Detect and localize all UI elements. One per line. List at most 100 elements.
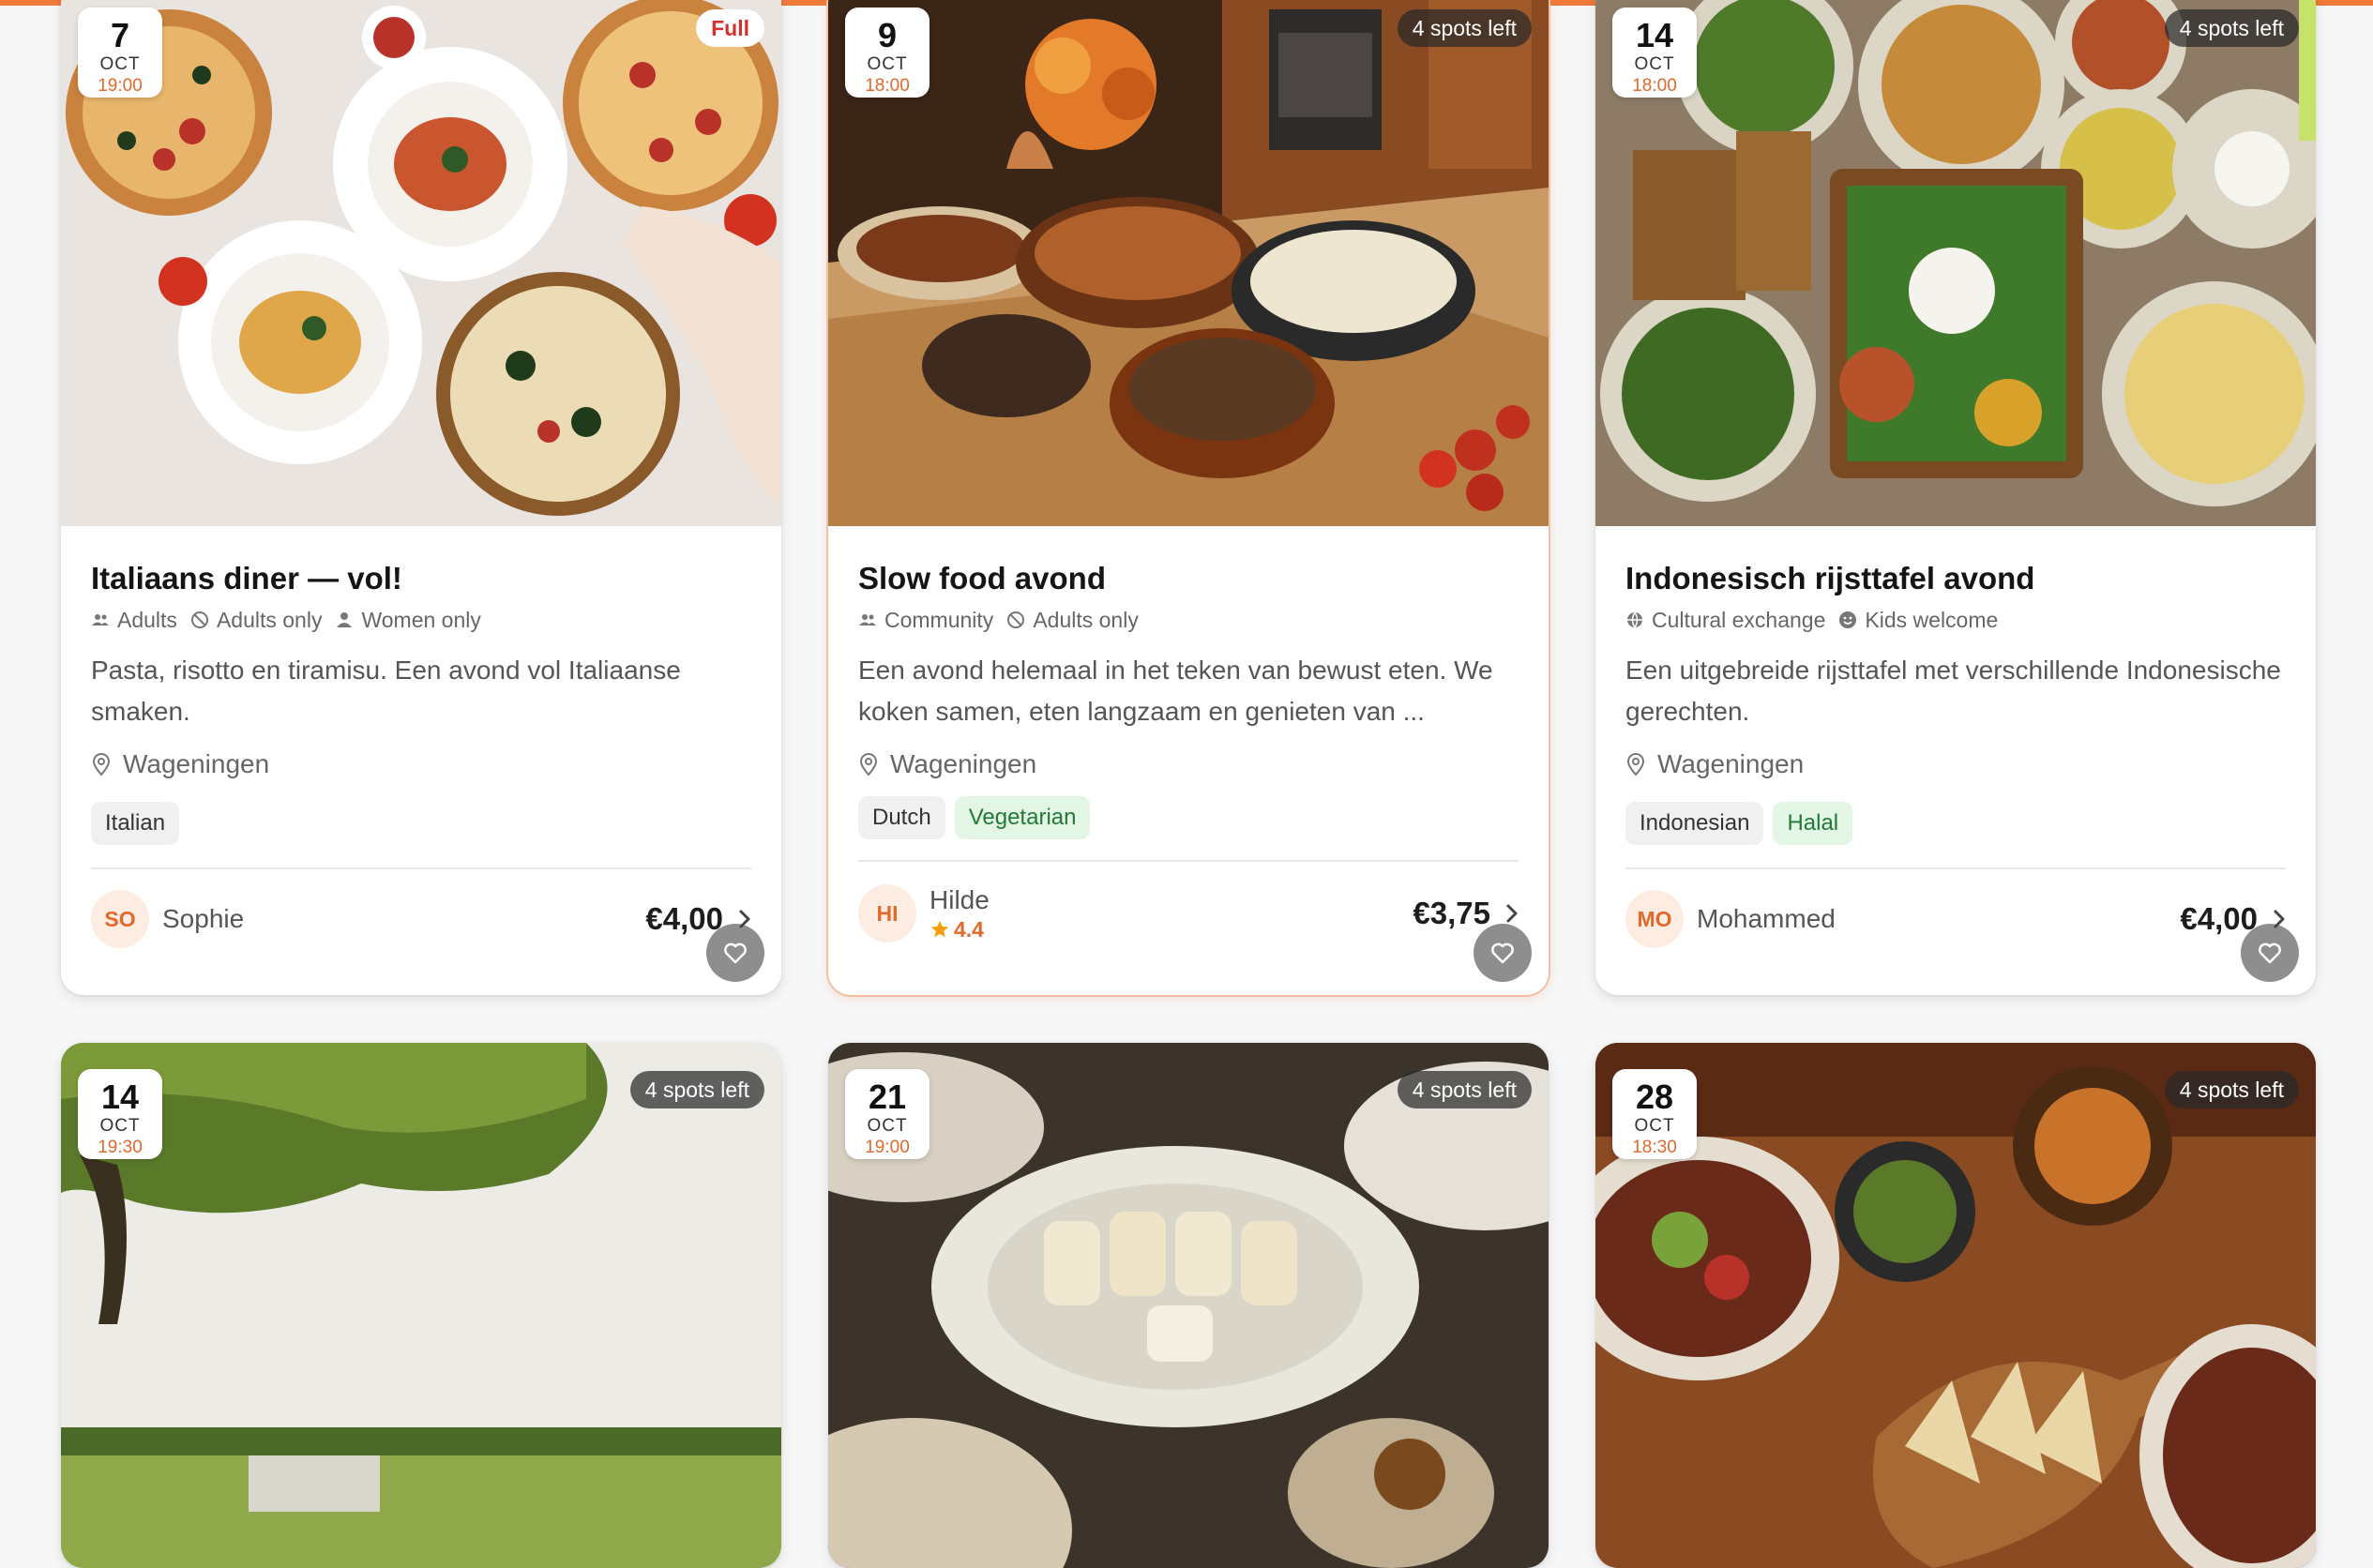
- event-card[interactable]: 9 OCT 18:00 4 spots left Slow food avond…: [828, 0, 1549, 995]
- card-footer: SO Sophie €4,00: [91, 888, 751, 950]
- availability-badge: 4 spots left: [629, 1071, 764, 1108]
- cuisine-tags: Italian: [91, 802, 751, 845]
- event-image: [1595, 1043, 2316, 1568]
- map-pin-icon: [1626, 753, 1645, 776]
- tag: Italian: [91, 802, 180, 845]
- event-location: Wageningen: [91, 746, 751, 783]
- price[interactable]: €3,75: [1413, 896, 1519, 931]
- event-description: Een avond helemaal in het teken van bewu…: [858, 656, 1493, 726]
- availability-badge: Full: [696, 9, 764, 47]
- event-image: [61, 1043, 781, 1568]
- event-image: [828, 1043, 1549, 1568]
- people-icon: [859, 614, 876, 626]
- date-day: 28: [1635, 1078, 1674, 1116]
- map-pin-icon: [92, 753, 111, 776]
- globe-icon: [1627, 611, 1642, 628]
- date-badge: 9 OCT 18:00: [845, 8, 930, 98]
- meta-label: Cultural exchange: [1652, 607, 1826, 632]
- star-icon: [930, 920, 949, 938]
- date-day: 7: [110, 16, 130, 54]
- event-image: [1595, 0, 2316, 526]
- card-body: Slow food avond Community Adults only Ee…: [858, 526, 1519, 944]
- avatar: SO: [91, 890, 149, 948]
- date-day: 9: [877, 16, 898, 54]
- ban-icon: [190, 611, 208, 628]
- meta-label: Kids welcome: [1865, 607, 1999, 632]
- date-time: 18:30: [1632, 1138, 1677, 1157]
- date-badge: 28 OCT 18:30: [1612, 1069, 1697, 1159]
- availability-badge: 4 spots left: [1397, 1071, 1532, 1108]
- event-grid: 7 OCT 19:00 Full Italiaans diner — vol! …: [0, 0, 2373, 1568]
- chevron-right-icon: [739, 910, 750, 928]
- date-badge: 14 OCT 19:30: [78, 1069, 162, 1159]
- date-day: 21: [868, 1078, 907, 1116]
- event-meta: Adults Adults only Women only: [91, 605, 751, 635]
- meta-label: Adults: [117, 607, 177, 632]
- availability-badge: 4 spots left: [2164, 1071, 2299, 1108]
- divider: [91, 867, 751, 869]
- date-badge: 21 OCT 19:00: [845, 1069, 930, 1159]
- date-month: OCT: [99, 54, 141, 74]
- event-card[interactable]: 14 OCT 18:00 4 spots left Indonesisch ri…: [1595, 0, 2316, 995]
- meta-label: Adults only: [1033, 607, 1139, 632]
- location-label: Wageningen: [123, 749, 270, 778]
- date-month: OCT: [99, 1116, 141, 1136]
- people-icon: [92, 614, 109, 626]
- availability-badge: 4 spots left: [1397, 9, 1532, 47]
- card-body: Italiaans diner — vol! Adults Adults onl…: [91, 526, 751, 950]
- ban-icon: [1007, 611, 1025, 628]
- date-month: OCT: [867, 54, 908, 74]
- host-name: Sophie: [162, 904, 245, 933]
- person-icon: [337, 612, 353, 627]
- price[interactable]: €4,00: [645, 901, 751, 937]
- cuisine-tags: Dutch Vegetarian: [858, 796, 1519, 839]
- divider: [1625, 867, 2286, 869]
- host-rating: 4.4: [930, 917, 990, 942]
- date-month: OCT: [1634, 54, 1675, 74]
- divider: [858, 860, 1519, 862]
- price-value: €4,00: [645, 901, 723, 936]
- date-time: 18:00: [1632, 76, 1677, 96]
- date-time: 19:00: [98, 76, 143, 96]
- date-month: OCT: [1634, 1116, 1675, 1136]
- price[interactable]: €4,00: [2180, 901, 2286, 937]
- tag: Dutch: [858, 796, 945, 839]
- date-time: 18:00: [865, 76, 910, 96]
- event-description: Een uitgebreide rijsttafel met verschill…: [1625, 656, 2281, 726]
- event-card[interactable]: 7 OCT 19:00 Full Italiaans diner — vol! …: [61, 0, 781, 995]
- event-card[interactable]: 14 OCT 19:30 4 spots left: [61, 1043, 781, 1568]
- event-location: Wageningen: [858, 746, 1519, 783]
- event-image: [828, 0, 1549, 526]
- avatar: MO: [1625, 890, 1684, 948]
- event-card[interactable]: 21 OCT 19:00 4 spots left: [828, 1043, 1549, 1568]
- price-value: €4,00: [2180, 901, 2258, 936]
- date-badge: 14 OCT 18:00: [1612, 8, 1697, 98]
- event-meta: Cultural exchange Kids welcome: [1625, 605, 2286, 635]
- event-card[interactable]: 28 OCT 18:30 4 spots left: [1595, 1043, 2316, 1568]
- chevron-right-icon: [1506, 904, 1518, 923]
- event-meta: Community Adults only: [858, 605, 1519, 635]
- event-title: Slow food avond: [858, 561, 1106, 596]
- meta-label: Adults only: [216, 607, 323, 632]
- avatar: HI: [858, 884, 916, 942]
- date-time: 19:00: [865, 1138, 910, 1157]
- location-label: Wageningen: [890, 749, 1037, 778]
- chevron-right-icon: [2274, 910, 2285, 928]
- date-day: 14: [1635, 16, 1674, 54]
- location-label: Wageningen: [1657, 749, 1805, 778]
- card-body: Indonesisch rijsttafel avond Cultural ex…: [1625, 526, 2286, 950]
- host-name: Hilde: [930, 884, 990, 914]
- tag: Indonesian: [1625, 802, 1764, 845]
- event-location: Wageningen: [1625, 746, 2286, 783]
- cuisine-tags: Indonesian Halal: [1625, 802, 2286, 845]
- host-name: Mohammed: [1697, 904, 1836, 933]
- card-footer: HI Hilde 4.4 €3,75: [858, 882, 1519, 944]
- availability-badge: 4 spots left: [2164, 9, 2299, 47]
- tag-diet: Halal: [1773, 802, 1853, 845]
- event-title: Indonesisch rijsttafel avond: [1625, 561, 2035, 596]
- event-description: Pasta, risotto en tiramisu. Een avond vo…: [91, 656, 681, 726]
- date-time: 19:30: [98, 1138, 143, 1157]
- date-day: 14: [100, 1078, 140, 1116]
- date-badge: 7 OCT 19:00: [78, 8, 162, 98]
- meta-label: Community: [884, 607, 994, 632]
